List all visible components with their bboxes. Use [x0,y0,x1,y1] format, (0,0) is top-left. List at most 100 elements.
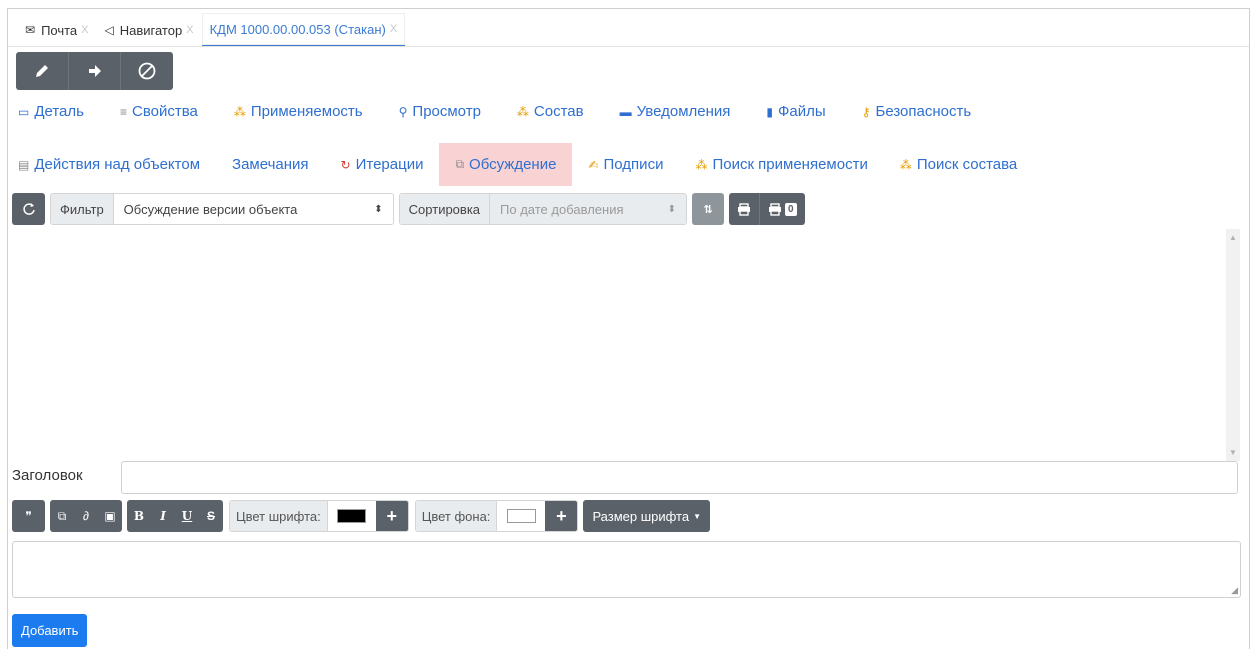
font-color-swatch [337,509,367,523]
tab-files[interactable]: ▮ Файлы [766,103,825,120]
navigator-icon: ◁ [104,23,114,37]
print-button[interactable] [729,193,761,225]
print-count-badge: 0 [785,202,797,216]
tab-composition[interactable]: ⁂ Состав [517,103,584,120]
print-selected-button[interactable]: 0 [760,193,805,225]
underline-button[interactable]: U [175,500,199,532]
document-tabs: ✉ Почта X ◁ Навигатор X КДМ 1000.00.00.0… [17,13,406,47]
italic-icon: I [160,509,166,523]
doc-tab-navigator[interactable]: ◁ Навигатор X [97,13,202,47]
notification-icon: ▬ [619,104,632,119]
close-icon[interactable]: X [390,23,397,35]
object-tabs-row1: ▭ Деталь ≡ Свойства ⁂ Применяемость ⚲ Просмо… [18,103,1007,120]
link-button[interactable]: ∂ [74,500,98,532]
tab-security[interactable]: ⚷ Безопасность [862,103,971,120]
header-input[interactable] [121,461,1238,494]
resize-grip-icon[interactable]: ◢ [1231,585,1238,596]
print-group: 0 [729,193,805,225]
strikethrough-icon: S [206,509,215,523]
tabs-divider [8,46,1249,47]
bg-color-label: Цвет фона: [415,501,498,531]
edit-button[interactable] [16,52,69,90]
select-arrows-icon: ⬍ [667,203,677,215]
bg-color-picker[interactable] [497,501,546,531]
properties-icon: ≡ [119,104,127,119]
underline-icon: U [181,509,193,523]
hierarchy-icon: ⁂ [695,157,708,172]
add-button[interactable]: Добавить [12,614,88,647]
sort-select[interactable]: По дате добавления ⬍ [490,194,687,224]
quote-icon: ❞ [25,509,32,523]
add-bg-color-button[interactable]: + [545,501,578,531]
vertical-scrollbar[interactable]: ▲ ▼ [1226,229,1240,461]
message-body-textarea[interactable]: ◢ [12,541,1241,598]
tab-properties[interactable]: ≡ Свойства [120,103,198,120]
pencil-icon [35,65,48,77]
cancel-button[interactable] [121,52,173,90]
key-icon: ⚷ [861,104,871,119]
arrow-right-icon [88,65,101,77]
font-size-dropdown[interactable]: Размер шрифта ▼ [583,500,711,532]
font-color-label: Цвет шрифта: [230,501,328,531]
signature-icon: ✍ [588,157,599,172]
sort-label: Сортировка [399,194,491,224]
select-arrows-icon: ⬍ [374,203,383,215]
bg-color-swatch [506,509,536,523]
doc-tab-object[interactable]: КДМ 1000.00.00.053 (Стакан) X [201,13,406,47]
doc-tab-label: Навигатор [119,22,183,38]
refresh-icon [22,203,35,215]
tab-remarks[interactable]: Замечания [216,143,325,186]
sort-direction-button[interactable]: ⇅ [692,193,725,225]
bold-button[interactable]: B [127,500,151,532]
envelope-icon: ✉ [25,23,36,37]
scroll-up-icon[interactable]: ▲ [1229,233,1237,242]
bg-color-group: Цвет фона: + [414,500,579,532]
forward-button[interactable] [68,52,122,90]
iteration-icon: ↻ [340,157,351,172]
font-color-group: Цвет шрифта: + [229,500,409,532]
sort-group: Сортировка По дате добавления ⬍ [398,193,688,225]
tab-usage-search[interactable]: ⁂ Поиск применяемости [679,143,883,186]
image-button[interactable]: ▣ [98,500,122,532]
image-icon: ▣ [104,509,116,523]
tab-detail[interactable]: ▭ Деталь [18,103,84,120]
tab-composition-search[interactable]: ⁂ Поиск состава [884,143,1033,186]
hierarchy-icon: ⁂ [233,104,246,119]
ban-icon [138,62,156,80]
scroll-down-icon[interactable]: ▼ [1229,448,1237,457]
magnifier-icon: ⚲ [398,104,408,119]
discussion-list [12,229,1239,461]
detail-icon: ▭ [18,104,30,119]
filter-label: Фильтр [51,194,114,224]
external-link-button[interactable]: ⧉ [50,500,74,532]
close-icon[interactable]: X [81,24,88,36]
caret-down-icon: ▼ [693,511,702,521]
tab-discussion[interactable]: ⧉ Обсуждение [439,143,573,186]
printer-icon [738,202,751,216]
discussion-toolbar: Фильтр Обсуждение версии объекта ⬍ Сорти… [12,193,805,225]
header-label: Заголовок [12,467,83,484]
list-icon: ▤ [18,157,30,172]
tab-usage[interactable]: ⁂ Применяемость [234,103,363,120]
close-icon[interactable]: X [186,24,193,36]
format-group: B I U S [127,500,223,532]
filter-group: Фильтр Обсуждение версии объекта ⬍ [50,193,394,225]
link-icon: ∂ [83,509,89,523]
font-color-picker[interactable] [327,501,376,531]
tab-preview[interactable]: ⚲ Просмотр [399,103,481,120]
doc-tab-mail[interactable]: ✉ Почта X [17,13,97,47]
italic-button[interactable]: I [151,500,175,532]
filter-select[interactable]: Обсуждение версии объекта ⬍ [113,194,393,224]
tab-signatures[interactable]: ✍ Подписи [572,143,679,186]
file-icon: ▮ [766,104,774,119]
quote-button[interactable]: ❞ [12,500,45,532]
hierarchy-icon: ⁂ [899,157,912,172]
strikethrough-button[interactable]: S [199,500,223,532]
tab-notifications[interactable]: ▬ Уведомления [620,103,731,120]
tab-iterations[interactable]: ↻ Итерации [325,143,440,186]
add-font-color-button[interactable]: + [375,501,408,531]
refresh-button[interactable] [12,193,45,225]
bold-icon: B [133,509,145,523]
tab-object-actions[interactable]: ▤ Действия над объектом [18,143,216,186]
hierarchy-icon: ⁂ [516,104,529,119]
